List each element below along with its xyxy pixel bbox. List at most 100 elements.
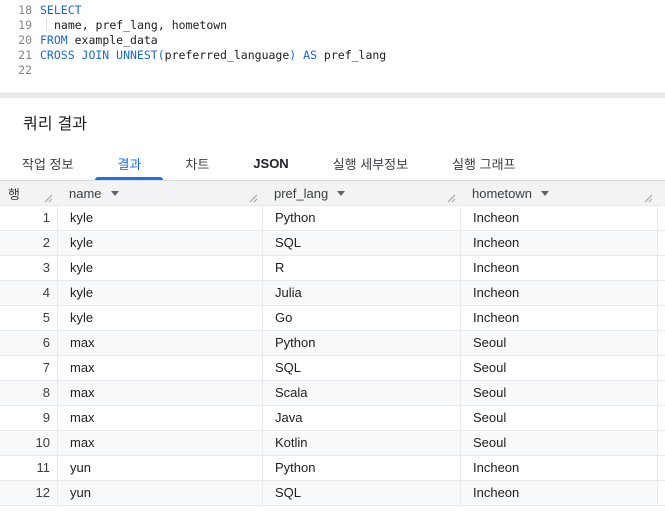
cell-hometown: Incheon [460,456,657,480]
cell-pref-lang: Kotlin [262,431,460,455]
table-row: 9 max Java Seoul [0,406,665,431]
cell-name: kyle [57,256,262,280]
editor-lines: 18 SELECT 19 name, pref_lang, hometown 20 FRO… [0,3,665,78]
cell-gutter [657,306,665,330]
cell-name: kyle [57,206,262,230]
column-label: pref_lang [274,186,329,201]
table-header-row: 행 name pref_lang hometown [0,181,665,206]
editor-line: 18 SELECT [0,3,665,18]
sql-editor[interactable]: 18 SELECT 19 name, pref_lang, hometown 20 FRO… [0,0,665,92]
cell-gutter [657,381,665,405]
line-number: 21 [18,48,32,62]
column-header-name[interactable]: name [57,181,262,206]
results-tab-bar: 작업 정보 결과 차트 JSON 실행 세부정보 실행 그래프 [0,147,665,181]
cell-gutter [657,331,665,355]
column-header-pref-lang[interactable]: pref_lang [262,181,460,206]
cell-row-number: 3 [42,260,50,275]
tab-결과[interactable]: 결과 [95,147,164,180]
tab-실행-세부정보[interactable]: 실행 세부정보 [311,147,430,180]
indent-guide [46,18,54,31]
sql-keyword: AS [303,48,317,62]
cell-pref-lang: Python [262,206,460,230]
cell-hometown: Incheon [460,256,657,280]
column-menu-arrow-icon[interactable] [110,191,119,196]
tab-실행-그래프[interactable]: 실행 그래프 [430,147,537,180]
column-resize-grip[interactable] [644,194,653,203]
table-row: 10 max Kotlin Seoul [0,431,665,456]
cell-pref-lang: R [262,256,460,280]
editor-line: 19 name, pref_lang, hometown [0,18,665,33]
code-text: CROSS JOIN UNNEST(preferred_language) AS… [40,48,386,63]
cell-name: max [57,356,262,380]
cell-pref-lang: Julia [262,281,460,305]
cell-hometown: Seoul [460,356,657,380]
cell-name: kyle [57,306,262,330]
tab-json[interactable]: JSON [231,147,310,180]
cell-gutter [657,256,665,280]
column-label: 행 [8,187,20,202]
cell-pref-lang: SQL [262,231,460,255]
editor-line: 21 CROSS JOIN UNNEST(preferred_language) … [0,48,665,63]
cell-row-number: 10 [35,435,50,450]
cell-gutter [657,456,665,480]
column-header-hometown[interactable]: hometown [460,181,657,206]
cell-gutter [657,206,665,230]
line-number: 22 [18,63,32,77]
sql-identifier: preferred_language [164,48,290,62]
tab-차트[interactable]: 차트 [163,147,231,180]
cell-name: kyle [57,231,262,255]
cell-row-number: 9 [42,410,50,425]
cell-name: max [57,381,262,405]
column-resize-grip[interactable] [44,194,53,203]
cell-row-number: 11 [36,460,51,475]
sql-identifier: name, pref_lang, hometown [54,18,228,32]
cell-pref-lang: SQL [262,481,460,505]
cell-hometown: Seoul [460,331,657,355]
cell-gutter [657,231,665,255]
cell-hometown: Incheon [460,231,657,255]
cell-pref-lang: Go [262,306,460,330]
sql-identifier: pref_lang [317,48,387,62]
code-text: FROM example_data [40,33,158,48]
sql-keyword: CROSS JOIN UNNEST [40,48,158,62]
cell-row-number: 5 [42,310,50,325]
table-row: 6 max Python Seoul [0,331,665,356]
table-header-gutter [657,181,665,206]
cell-row-number: 4 [42,285,50,300]
cell-name: max [57,431,262,455]
column-menu-arrow-icon[interactable] [337,191,346,196]
cell-gutter [657,481,665,505]
table-row: 4 kyle Julia Incheon [0,281,665,306]
column-resize-grip[interactable] [249,194,258,203]
table-row: 2 kyle SQL Incheon [0,231,665,256]
editor-line: 20 FROM example_data [0,33,665,48]
table-row: 5 kyle Go Incheon [0,306,665,331]
tab-작업-정보[interactable]: 작업 정보 [0,147,95,180]
cell-gutter [657,406,665,430]
table-row: 11 yun Python Incheon [0,456,665,481]
cell-name: kyle [57,281,262,305]
table-body: 1 kyle Python Incheon 2 kyle SQL Incheon 3 kyle R I… [0,206,665,506]
column-header-row-number[interactable]: 행 [0,181,57,206]
table-row: 3 kyle R Incheon [0,256,665,281]
line-number: 20 [18,33,32,47]
sql-keyword: SELECT [40,3,82,17]
column-label: hometown [472,186,532,201]
cell-row-number: 12 [35,485,50,500]
cell-hometown: Incheon [460,481,657,505]
cell-hometown: Incheon [460,281,657,305]
cell-pref-lang: Python [262,331,460,355]
table-row: 7 max SQL Seoul [0,356,665,381]
cell-name: max [57,406,262,430]
sql-identifier: example_data [67,33,158,47]
cell-pref-lang: SQL [262,356,460,380]
query-results-panel: 쿼리 결과 작업 정보 결과 차트 JSON 실행 세부정보 실행 그래프 행 name … [0,98,665,506]
cell-row-number: 7 [42,360,50,375]
cell-name: max [57,331,262,355]
results-table: 행 name pref_lang hometown 1 kyle Python … [0,181,665,506]
cell-pref-lang: Java [262,406,460,430]
column-resize-grip[interactable] [447,194,456,203]
cell-row-number: 6 [42,335,50,350]
column-menu-arrow-icon[interactable] [540,191,549,196]
cell-hometown: Incheon [460,206,657,230]
